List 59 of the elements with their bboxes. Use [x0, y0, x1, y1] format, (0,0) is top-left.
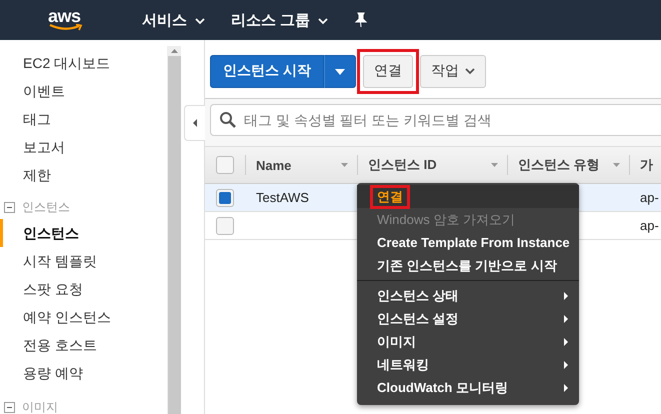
- table-cell: TestAWS: [256, 190, 309, 205]
- menu-item[interactable]: CloudWatch 모니터링: [357, 376, 579, 399]
- menu-item[interactable]: 인스턴스 설정: [357, 307, 579, 330]
- nav-menu[interactable]: 서비스: [142, 10, 205, 30]
- sidebar-item[interactable]: 용량 예약: [0, 359, 167, 387]
- sidebar-section-title: 인스턴스: [22, 198, 70, 216]
- sidebar-item[interactable]: 제한: [0, 161, 167, 189]
- sidebar-item[interactable]: 스팟 요청: [0, 275, 167, 303]
- submenu-arrow-icon: [563, 382, 569, 392]
- column-header[interactable]: 가: [640, 156, 653, 174]
- sidebar-item[interactable]: 시작 템플릿: [0, 247, 167, 275]
- chevron-down-icon: [195, 17, 205, 25]
- submenu-arrow-icon: [563, 290, 569, 300]
- sidebar-item[interactable]: 태그: [0, 105, 167, 133]
- sidebar-item[interactable]: 예약 인스턴스: [0, 303, 167, 331]
- sidebar-item[interactable]: EC2 대시보드: [0, 49, 167, 77]
- caret-down-icon: [334, 68, 346, 76]
- launch-button[interactable]: 인스턴스 시작: [210, 54, 324, 88]
- submenu-arrow-icon: [563, 314, 569, 324]
- dropdown-button[interactable]: [324, 54, 356, 88]
- column-header[interactable]: 인스턴스 유형: [518, 156, 600, 174]
- checkbox[interactable]: [216, 156, 234, 174]
- sidebar-item[interactable]: 보고서: [0, 133, 167, 161]
- menu-item[interactable]: 인스턴스 상태: [357, 284, 579, 307]
- menu-item[interactable]: 기존 인스턴스를 기반으로 시작: [357, 254, 579, 277]
- checkbox[interactable]: [216, 188, 234, 206]
- collapse-tab[interactable]: [184, 105, 205, 141]
- submenu-arrow-icon: [563, 360, 569, 370]
- pin-icon[interactable]: [354, 12, 368, 28]
- submenu-arrow-icon: [563, 336, 569, 346]
- actions-button[interactable]: 작업: [420, 54, 486, 88]
- menu-item[interactable]: 네트워킹: [357, 353, 579, 376]
- search-field[interactable]: 태그 및 속성별 필터 또는 키워드별 검색: [210, 104, 661, 136]
- chevron-down-icon: [318, 17, 328, 25]
- nav-menu[interactable]: 리소스 그룹: [231, 10, 328, 30]
- search-icon: [219, 111, 237, 129]
- checkbox[interactable]: [216, 216, 234, 234]
- sort-icon[interactable]: [612, 162, 621, 168]
- sort-icon[interactable]: [490, 162, 499, 168]
- menu-item[interactable]: Create Template From Instance: [357, 231, 579, 254]
- chevron-down-icon: [464, 67, 475, 75]
- scroll-up-icon[interactable]: [168, 46, 181, 56]
- caret-left-icon: [191, 118, 199, 128]
- column-header[interactable]: 인스턴스 ID: [368, 156, 437, 174]
- sort-icon[interactable]: [340, 162, 349, 168]
- collapse-icon[interactable]: [4, 202, 15, 212]
- sidebar-item[interactable]: 인스턴스: [0, 219, 167, 247]
- sidebar-item[interactable]: 전용 호스트: [0, 331, 167, 359]
- table-cell: ap-: [640, 190, 659, 205]
- column-header[interactable]: Name: [256, 158, 292, 172]
- collapse-icon[interactable]: [4, 402, 15, 412]
- menu-item[interactable]: 이미지: [357, 330, 579, 353]
- sidebar-item[interactable]: 이벤트: [0, 77, 167, 105]
- menu-item[interactable]: 연결: [357, 185, 579, 208]
- logo[interactable]: aws: [48, 8, 88, 32]
- connect-button[interactable]: 연결: [362, 54, 413, 88]
- table-cell: ap-: [640, 218, 659, 233]
- scrollbar[interactable]: [167, 46, 181, 414]
- sidebar-section-title: 이미지: [22, 398, 58, 414]
